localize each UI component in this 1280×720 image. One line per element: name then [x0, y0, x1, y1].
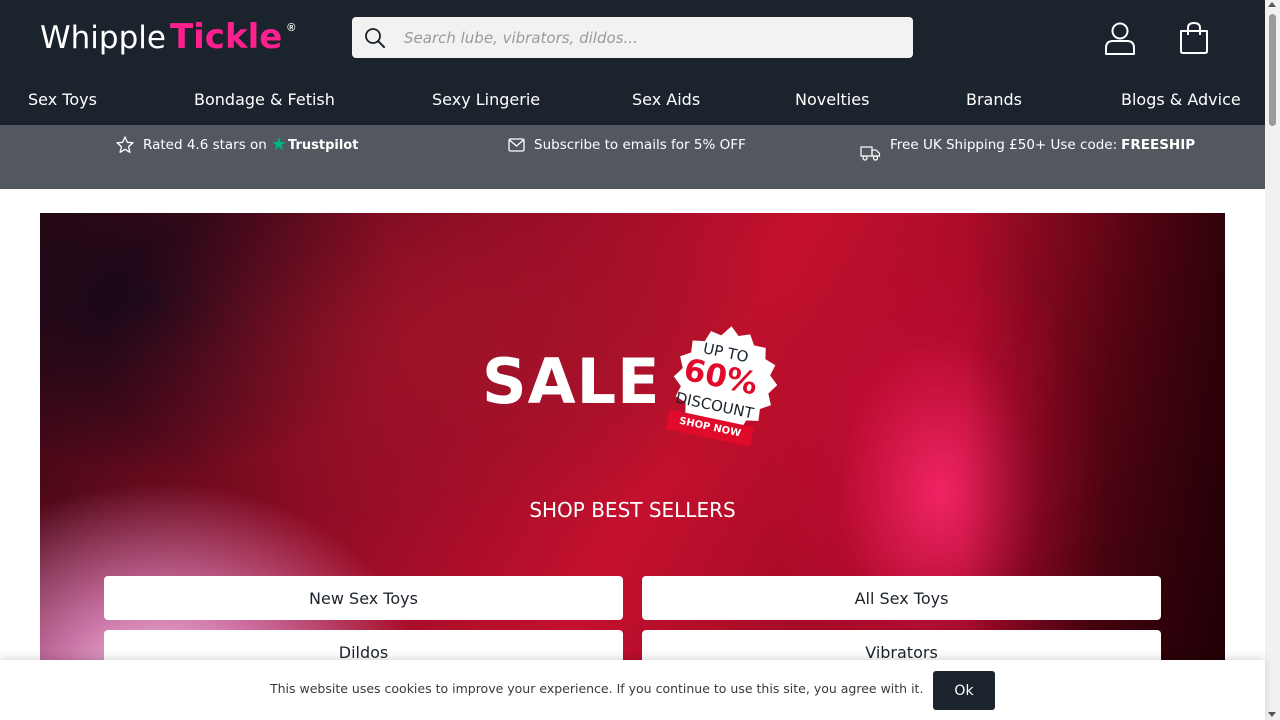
- usp-shipping-text: Free UK Shipping £50+ Use code:: [890, 137, 1118, 153]
- nav-item-sex-aids[interactable]: Sex Aids: [632, 90, 700, 109]
- usp-subscribe[interactable]: Subscribe to emails for 5% OFF: [508, 135, 746, 155]
- usp-subscribe-text: Subscribe to emails for 5% OFF: [534, 137, 746, 153]
- trustpilot-logo[interactable]: ★ Trustpilot: [271, 136, 359, 154]
- cookie-ok-button[interactable]: Ok: [933, 671, 995, 710]
- sale-heading: SALE: [482, 345, 661, 418]
- logo-text-accent: Tickle: [169, 17, 283, 57]
- logo-registered-mark: ®: [287, 22, 296, 34]
- scroll-up-arrow-icon[interactable]: [1268, 2, 1276, 7]
- logo-text-main: Whipple: [40, 20, 166, 56]
- best-sellers-heading: SHOP BEST SELLERS: [529, 498, 736, 522]
- scroll-down-arrow-icon[interactable]: [1268, 712, 1276, 717]
- usp-shipping[interactable]: Free UK Shipping £50+ Use code: FREESHIP: [860, 135, 1196, 161]
- site-logo[interactable]: Whipple Tickle ®: [40, 16, 295, 60]
- nav-item-brands[interactable]: Brands: [966, 90, 1022, 109]
- nav-item-sex-toys[interactable]: Sex Toys: [28, 90, 97, 109]
- search-icon[interactable]: [364, 27, 386, 49]
- envelope-icon: [508, 138, 525, 152]
- nav-item-blogs-advice[interactable]: Blogs & Advice: [1121, 90, 1241, 109]
- usp-bar: Rated 4.6 stars on ★ Trustpilot Subscrib…: [0, 125, 1265, 189]
- usp-rating[interactable]: Rated 4.6 stars on ★ Trustpilot: [116, 135, 358, 155]
- star-outline-icon: [116, 136, 134, 153]
- user-icon[interactable]: [1103, 21, 1137, 55]
- nav-item-sexy-lingerie[interactable]: Sexy Lingerie: [432, 90, 540, 109]
- delivery-truck-icon: [860, 146, 881, 161]
- page-scrollbar[interactable]: [1265, 0, 1280, 720]
- nav-item-bondage-fetish[interactable]: Bondage & Fetish: [194, 90, 335, 109]
- hero-banner[interactable]: SALE UP TO 60% DISCOUNT SHOP NOW SHOP BE…: [40, 213, 1225, 720]
- search-bar: [352, 17, 913, 58]
- shopping-bag-icon[interactable]: [1178, 21, 1210, 55]
- nav-item-novelties[interactable]: Novelties: [795, 90, 869, 109]
- main-navigation: Sex Toys Bondage & Fetish Sexy Lingerie …: [0, 80, 1265, 120]
- usp-rating-text: Rated 4.6 stars on: [143, 137, 267, 153]
- discount-badge[interactable]: UP TO 60% DISCOUNT SHOP NOW: [646, 312, 791, 459]
- trustpilot-star-icon: ★: [270, 134, 288, 155]
- search-input[interactable]: [404, 28, 884, 47]
- category-button-new-sex-toys[interactable]: New Sex Toys: [104, 576, 623, 620]
- cookie-banner: This website uses cookies to improve you…: [0, 660, 1265, 720]
- site-header: Whipple Tickle ® Sex Toys Bondage & Feti…: [0, 0, 1265, 125]
- usp-shipping-code: FREESHIP: [1121, 137, 1196, 153]
- category-button-all-sex-toys[interactable]: All Sex Toys: [642, 576, 1161, 620]
- trustpilot-label: Trustpilot: [288, 137, 359, 153]
- cookie-message: This website uses cookies to improve you…: [270, 681, 924, 696]
- scrollbar-thumb[interactable]: [1269, 14, 1276, 126]
